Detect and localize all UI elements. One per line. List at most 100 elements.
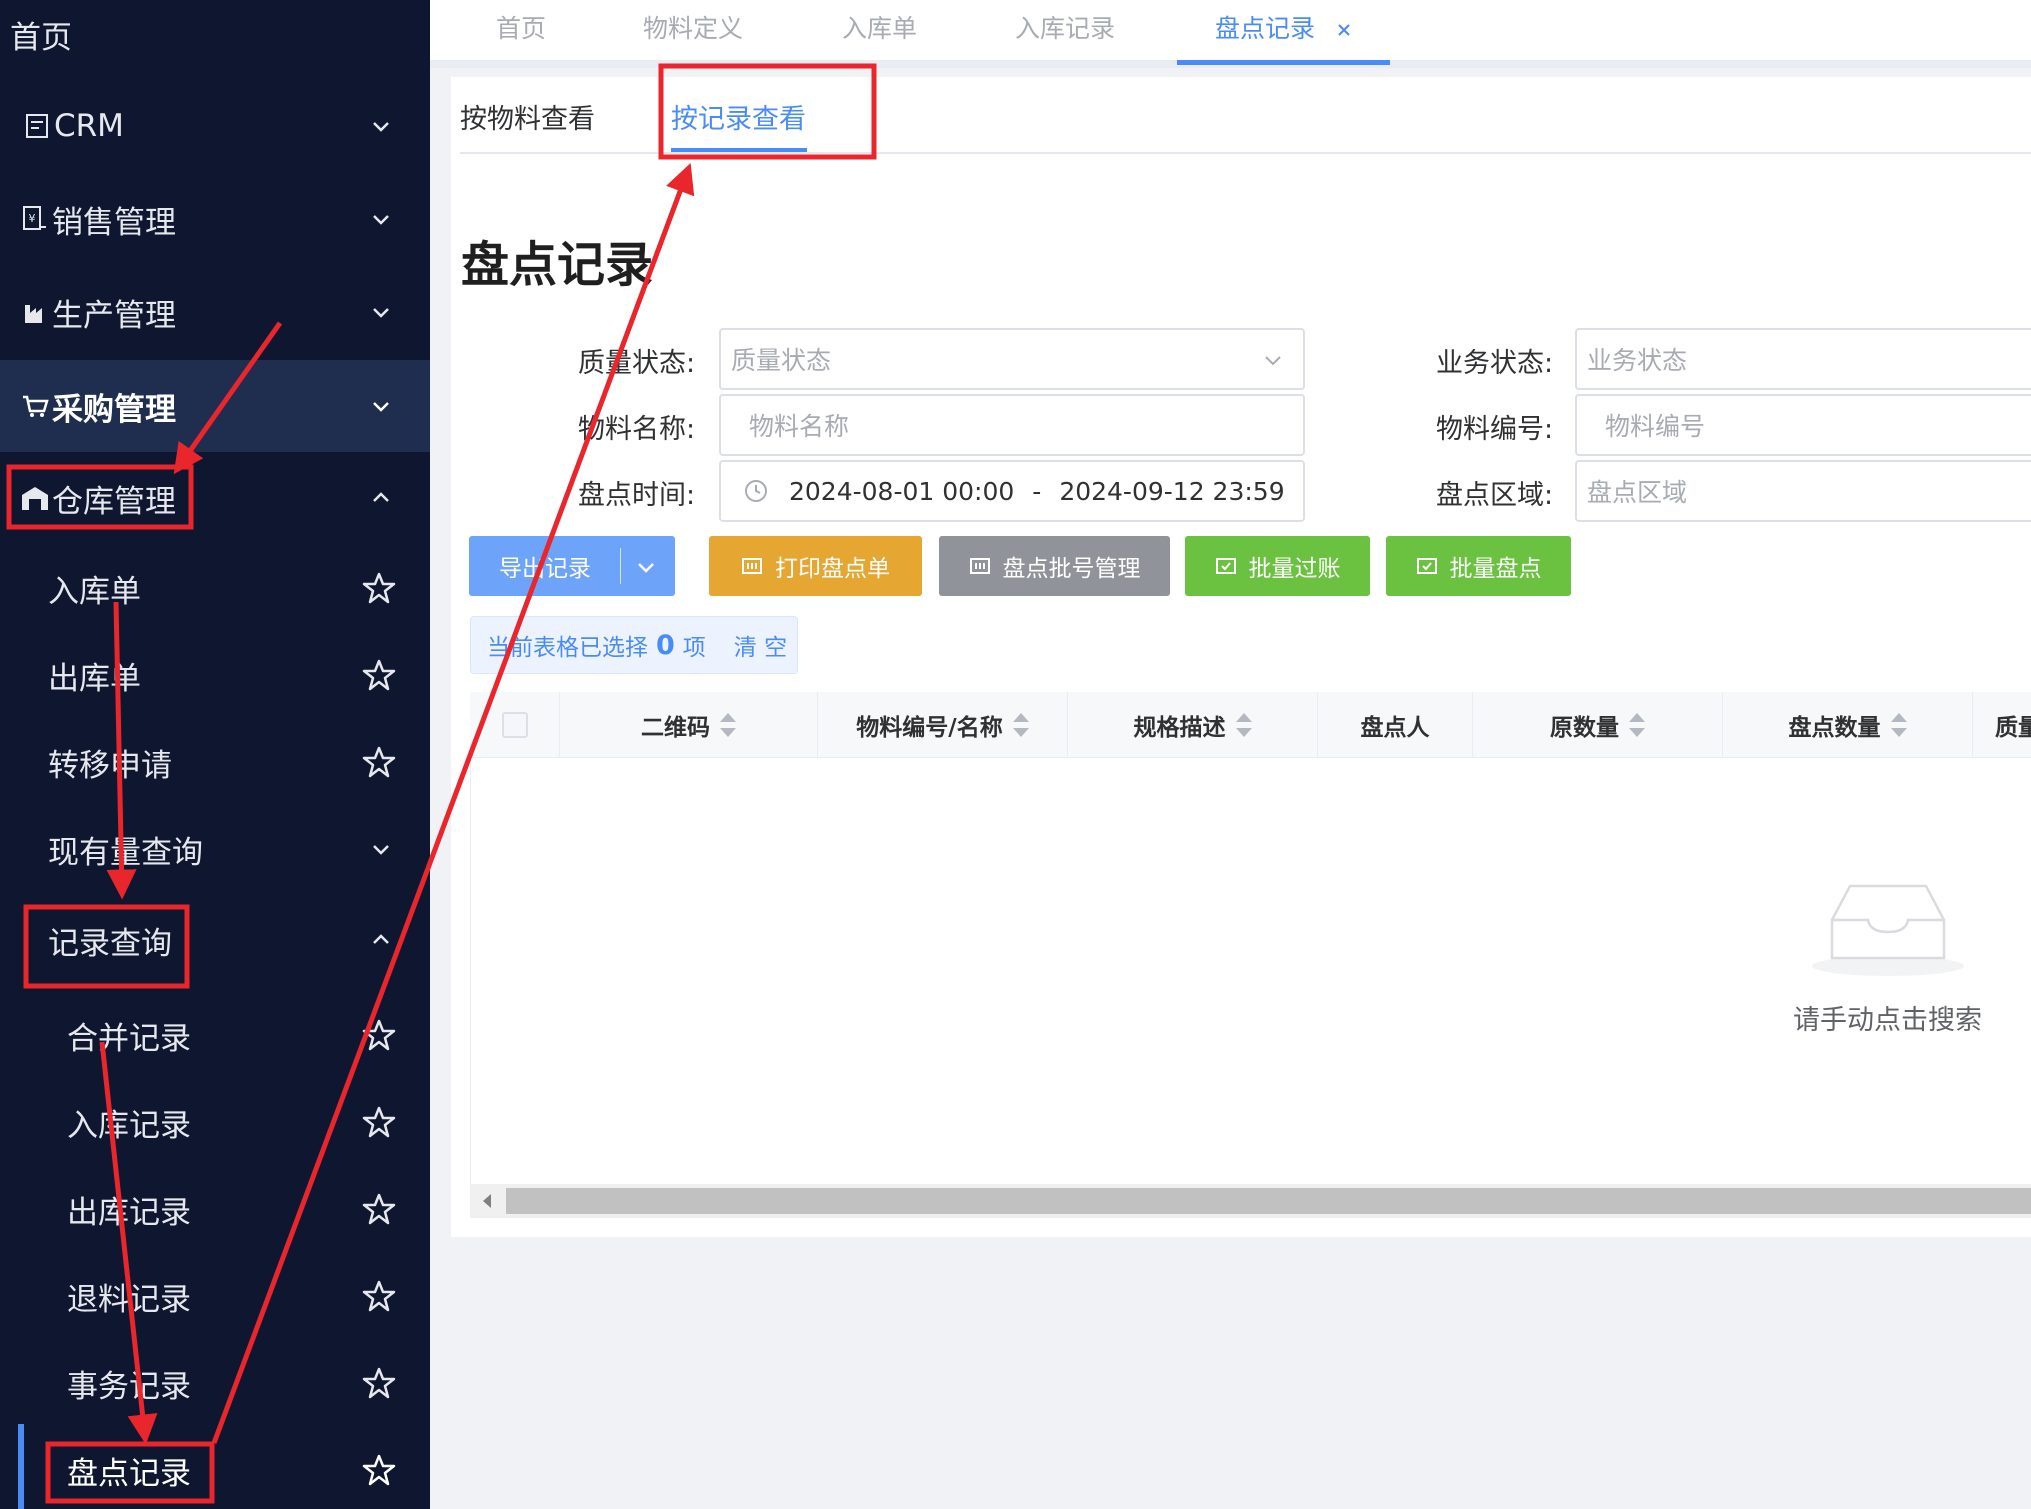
sidebar-item-stocktake-records[interactable]: 盘点记录 <box>0 1434 430 1506</box>
chevron-down-icon <box>373 402 389 412</box>
sidebar-item-onhand[interactable]: 现有量查询 <box>0 813 430 885</box>
sort-icon[interactable] <box>1890 712 1907 738</box>
column-header[interactable]: 规格描述 <box>1068 692 1318 758</box>
sort-icon[interactable] <box>1629 712 1645 738</box>
batch-count-button[interactable]: 批量盘点 <box>1386 536 1571 596</box>
quality-status-label: 质量状态: <box>578 348 696 379</box>
chevron-down-icon <box>373 122 389 132</box>
material-name-input[interactable]: 物料名称 <box>719 394 1305 456</box>
table-body <box>470 758 2031 1184</box>
chevron-up-icon <box>373 934 389 944</box>
sidebar-menu-label: 仓库管理 <box>52 483 176 520</box>
star-icon[interactable] <box>362 1279 396 1313</box>
star-icon[interactable] <box>362 1453 396 1487</box>
sidebar-menu-purchase[interactable]: 采购管理 <box>0 360 430 452</box>
sidebar-menu-label: 采购管理 <box>52 391 176 428</box>
sidebar-item-record-query[interactable]: 记录查询 <box>0 904 430 976</box>
chevron-down-icon <box>1265 356 1281 366</box>
sidebar-item-inbound-records[interactable]: 入库记录 <box>0 1086 430 1158</box>
sidebar-item-outbound-records[interactable]: 出库记录 <box>0 1173 430 1245</box>
print-stocktake-button[interactable]: 打印盘点单 <box>709 536 922 596</box>
star-icon[interactable] <box>362 658 396 692</box>
business-status-label: 业务状态: <box>1436 348 1554 379</box>
business-status-select[interactable]: 业务状态 <box>1575 328 2031 390</box>
batch-number-label: 盘点批号管理 <box>1002 556 1141 582</box>
selection-suffix: 项 <box>682 635 706 661</box>
clock-icon <box>745 480 767 502</box>
close-icon[interactable] <box>1334 20 1354 40</box>
count-time-end: 2024-09-12 23:59 <box>1059 476 1285 506</box>
select-all-checkbox[interactable] <box>501 712 528 738</box>
tab-inbound-records[interactable]: 入库记录 <box>1015 0 1115 62</box>
tab-inbound-order[interactable]: 入库单 <box>842 0 917 62</box>
scrollbar-thumb[interactable] <box>506 1188 2031 1214</box>
column-header-label: 原数量 <box>1550 715 1619 741</box>
column-header[interactable]: 盘点人 <box>1318 692 1473 758</box>
count-area-placeholder: 盘点区域 <box>1587 478 1688 507</box>
sidebar-item-label: 出库单 <box>48 660 141 697</box>
sidebar-item-transfer[interactable]: 转移申请 <box>0 726 430 798</box>
factory-icon <box>20 297 50 327</box>
sort-icon[interactable] <box>720 712 736 738</box>
tab-material-definition[interactable]: 物料定义 <box>643 0 743 62</box>
chevron-down-icon <box>373 215 389 225</box>
business-status-placeholder: 业务状态 <box>1587 346 1688 375</box>
empty-state-text: 请手动点击搜索 <box>1793 1005 1982 1036</box>
column-header[interactable]: 物料编号/名称 <box>818 692 1068 758</box>
sort-icon[interactable] <box>1235 712 1252 738</box>
subtab-by-record[interactable]: 按记录查看 <box>671 97 806 136</box>
sidebar-item-inbound[interactable]: 入库单 <box>0 552 430 624</box>
horizontal-scrollbar[interactable] <box>470 1184 2031 1218</box>
crm-icon <box>22 111 52 141</box>
empty-inbox-icon <box>1812 884 1964 976</box>
export-records-button[interactable]: 导出记录 <box>469 536 675 596</box>
sidebar-menu-label: 销售管理 <box>52 204 176 241</box>
sidebar-home-label: 首页 <box>10 19 72 56</box>
scroll-left-icon[interactable] <box>480 1192 496 1210</box>
column-header[interactable]: 盘点数量 <box>1723 692 1973 758</box>
count-area-input[interactable]: 盘点区域 <box>1575 460 2031 522</box>
clear-selection-link[interactable]: 清 空 <box>734 628 787 662</box>
sidebar-item-merge-records[interactable]: 合并记录 <box>0 999 430 1071</box>
quality-status-select[interactable]: 质量状态 <box>719 328 1305 390</box>
batch-post-button[interactable]: 批量过账 <box>1185 536 1370 596</box>
sidebar: 首页 CRM ¥ 销售管理 生产管理 采购管理 仓库管理 入库单 出库单 转移申… <box>0 0 430 1509</box>
table-header: 二维码 物料编号/名称 规格描述 盘点人 原数量 盘点数量 质量 <box>470 692 2031 758</box>
split-divider <box>620 548 621 584</box>
sidebar-item-label: 入库单 <box>48 573 141 610</box>
sidebar-menu-production[interactable]: 生产管理 <box>0 276 430 348</box>
star-icon[interactable] <box>362 1192 396 1226</box>
tab-home[interactable]: 首页 <box>496 0 546 62</box>
column-header[interactable]: 质量 <box>1973 692 2031 758</box>
sidebar-menu-crm[interactable]: CRM <box>0 90 430 162</box>
batch-number-button[interactable]: 盘点批号管理 <box>939 536 1170 596</box>
sidebar-item-label: 事务记录 <box>67 1368 191 1405</box>
star-icon[interactable] <box>362 745 396 779</box>
star-icon[interactable] <box>362 571 396 605</box>
export-records-label: 导出记录 <box>499 556 591 582</box>
count-time-range[interactable]: 2024-08-01 00:00 - 2024-09-12 23:59 <box>719 460 1305 522</box>
sidebar-item-return-records[interactable]: 退料记录 <box>0 1260 430 1332</box>
star-icon[interactable] <box>362 1018 396 1052</box>
sidebar-item-label: 出库记录 <box>67 1194 191 1231</box>
sidebar-item-outbound[interactable]: 出库单 <box>0 639 430 711</box>
material-code-input[interactable]: 物料编号 <box>1575 394 2031 456</box>
sidebar-menu-warehouse[interactable]: 仓库管理 <box>0 462 430 534</box>
check-box-icon <box>1215 558 1236 574</box>
column-header-label: 盘点数量 <box>1788 715 1881 741</box>
star-icon[interactable] <box>362 1366 396 1400</box>
chevron-down-icon[interactable] <box>634 555 658 579</box>
column-header[interactable]: 原数量 <box>1473 692 1723 758</box>
print-stocktake-label: 打印盘点单 <box>775 556 890 582</box>
sidebar-home[interactable]: 首页 <box>10 8 440 60</box>
tab-stocktake-records[interactable]: 盘点记录 <box>1215 0 1315 62</box>
sidebar-menu-sales[interactable]: ¥ 销售管理 <box>0 183 430 255</box>
sort-icon[interactable] <box>1012 712 1029 738</box>
star-icon[interactable] <box>362 1105 396 1139</box>
subtab-by-material[interactable]: 按物料查看 <box>460 97 595 136</box>
sidebar-item-transaction-records[interactable]: 事务记录 <box>0 1347 430 1419</box>
sidebar-item-label: 退料记录 <box>67 1281 191 1318</box>
sidebar-item-label: 合并记录 <box>67 1020 191 1057</box>
column-header[interactable]: 二维码 <box>560 692 818 758</box>
batch-post-label: 批量过账 <box>1248 556 1341 582</box>
